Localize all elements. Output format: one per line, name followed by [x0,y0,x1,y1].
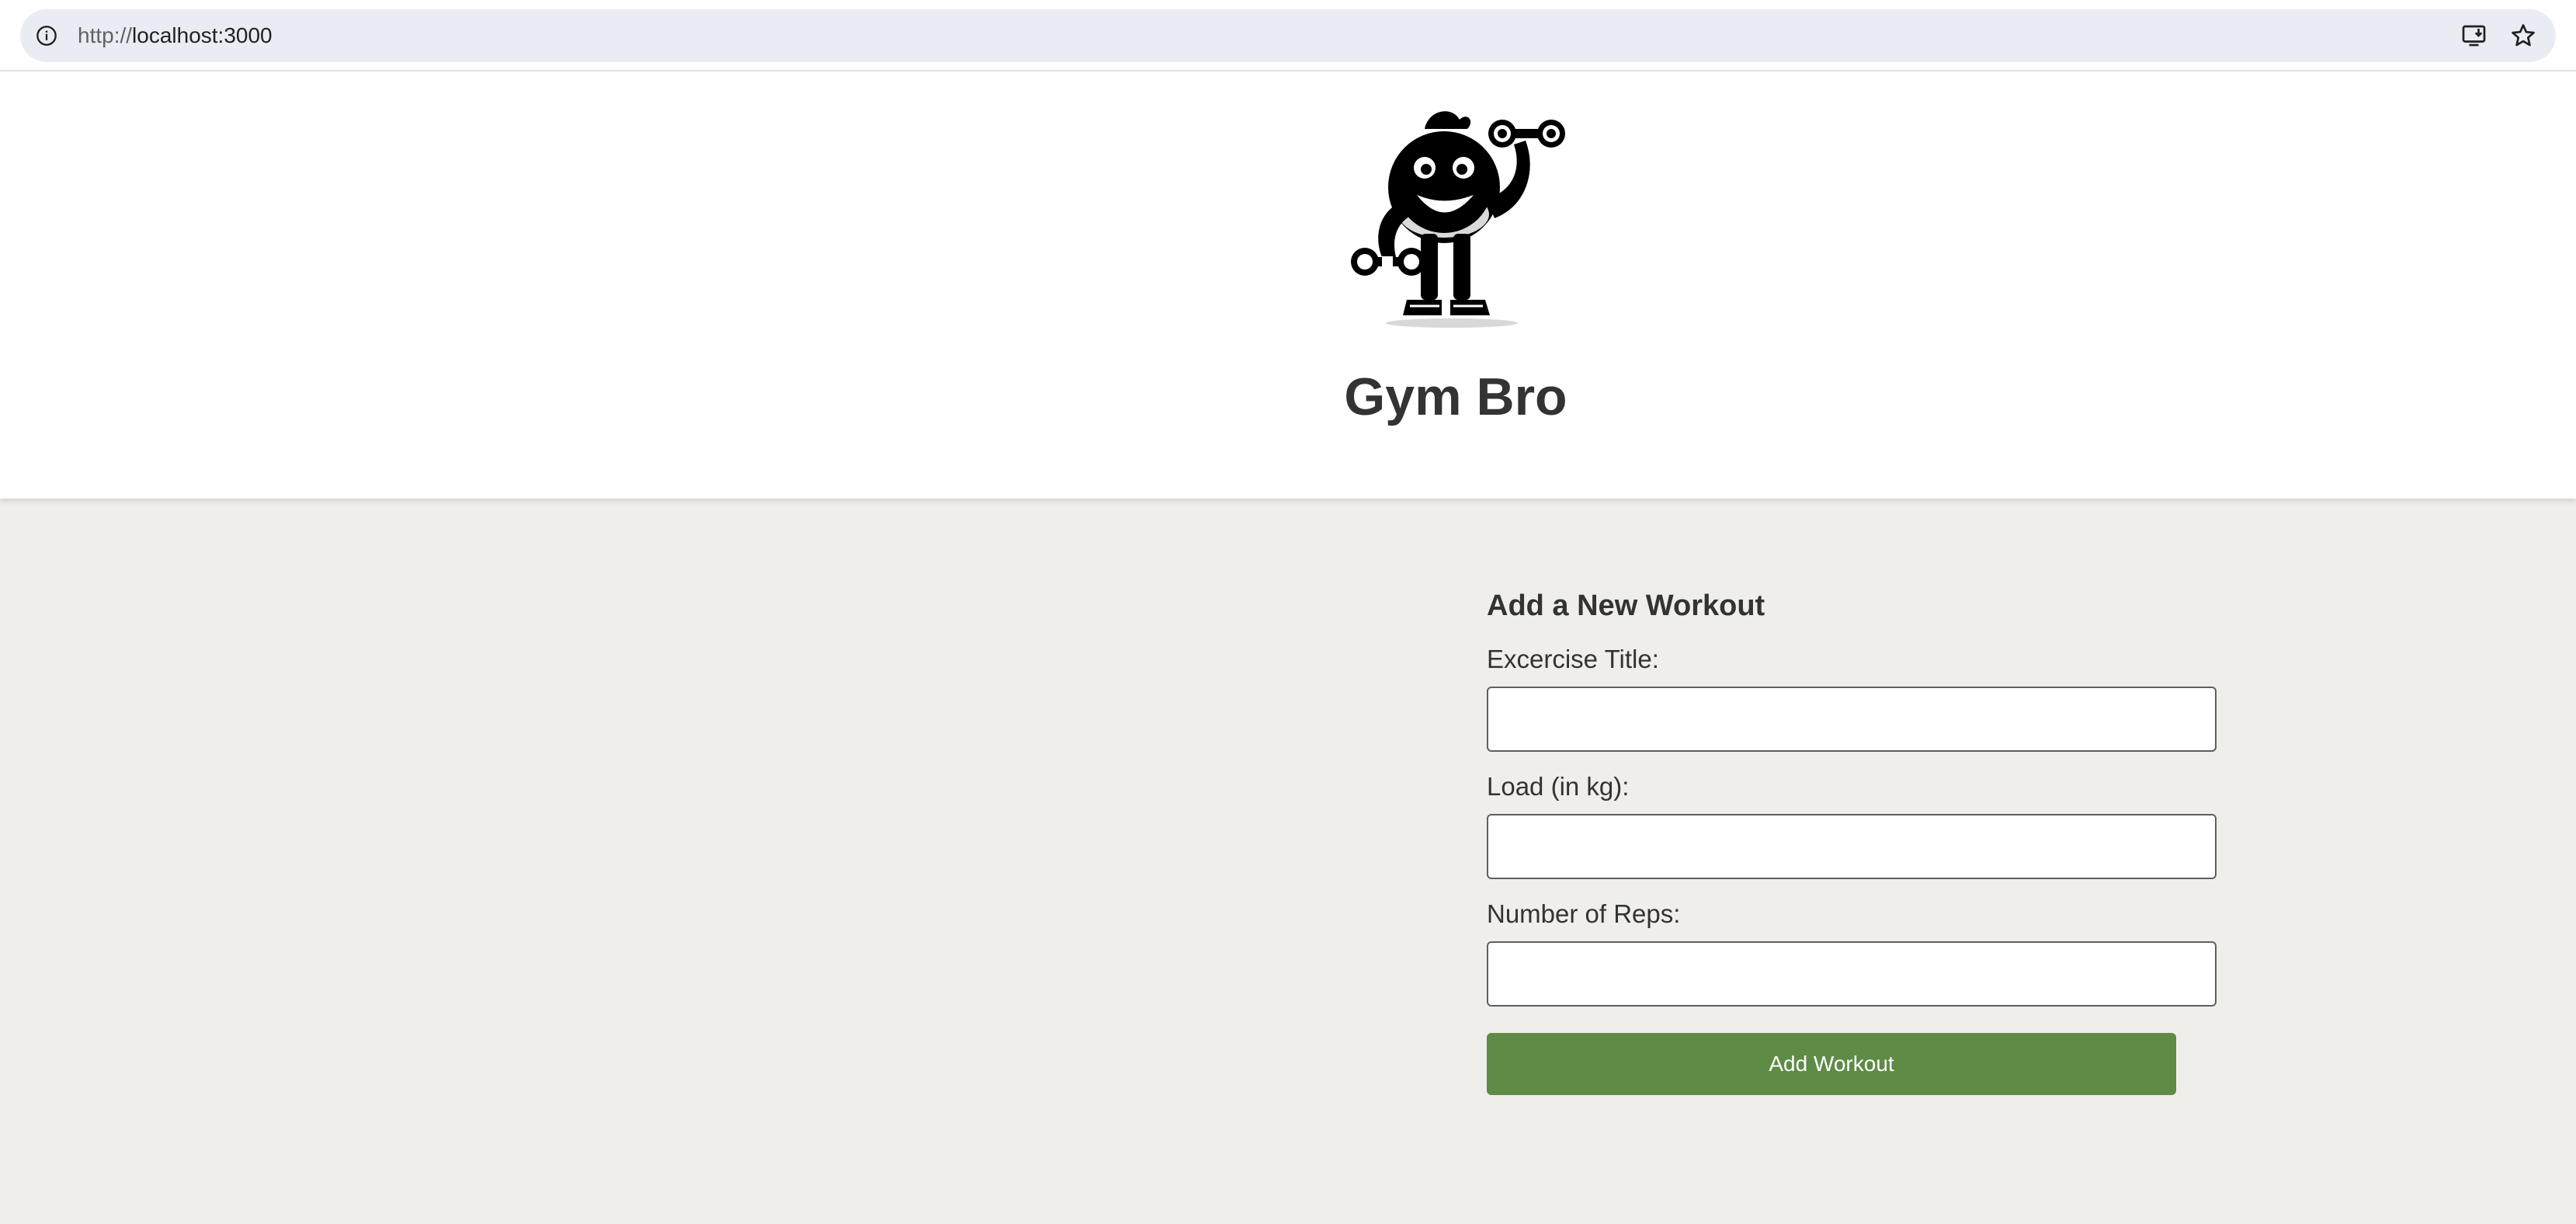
gym-mascot-logo-icon [1351,111,1565,328]
add-workout-button[interactable]: Add Workout [1487,1033,2176,1095]
address-bar[interactable]: http://localhost:3000 [20,9,2556,62]
reps-input[interactable] [1487,941,2217,1007]
site-header: Gym Bro [0,71,2576,499]
load-label: Load (in kg): [1487,772,1630,801]
load-input[interactable] [1487,814,2217,879]
url-host: localhost:3000 [132,23,273,47]
exercise-title-input[interactable] [1487,687,2217,752]
site-title: Gym Bro [1344,367,1567,426]
add-workout-form: Add a New Workout Excercise Title: Load … [1487,584,2217,1095]
reps-label: Number of Reps: [1487,899,1681,928]
exercise-title-label: Excercise Title: [1487,645,1659,673]
browser-toolbar: http://localhost:3000 [0,0,2576,71]
url-text[interactable]: http://localhost:3000 [78,9,273,62]
info-icon[interactable] [36,25,57,47]
url-scheme: http:// [78,23,133,47]
bookmark-star-icon[interactable] [2509,22,2537,50]
install-app-icon[interactable] [2461,22,2489,50]
form-heading: Add a New Workout [1487,589,1765,622]
